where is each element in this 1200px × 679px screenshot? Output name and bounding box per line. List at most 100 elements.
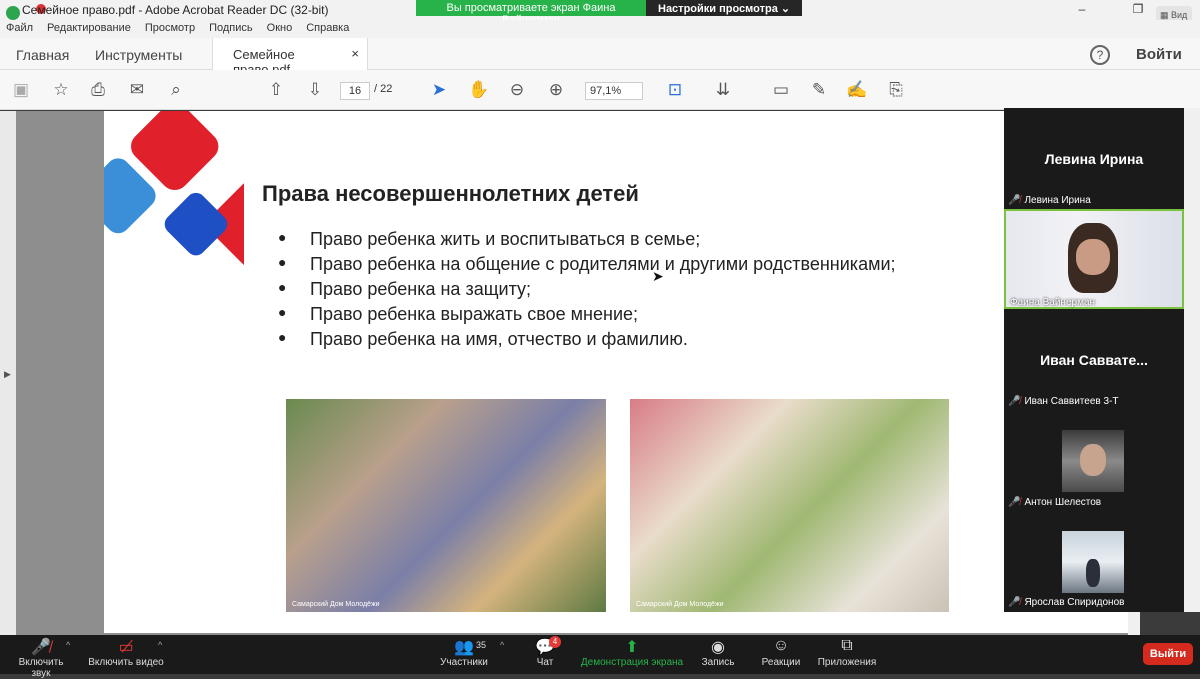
decorative-diamonds [104, 111, 244, 268]
menu-file[interactable]: Файл [6, 22, 33, 38]
video-off-icon: ▭̸ [118, 639, 134, 656]
children-photo-2: Самарский Дом Молодёжи [630, 399, 949, 612]
star-icon[interactable]: ☆ [50, 79, 72, 101]
slide-title: Права несовершеннолетних детей [262, 181, 639, 206]
zoom-out-icon[interactable]: ⊖ [506, 79, 528, 101]
view-label: Вид [1171, 10, 1188, 20]
sign-icon[interactable]: ✍ [846, 79, 868, 101]
speaker-face [1076, 239, 1110, 275]
zoom-search-icon[interactable]: ⌕ [165, 79, 187, 101]
tab-home[interactable]: Главная [16, 47, 69, 63]
start-video-label: Включить видео [88, 657, 164, 668]
avatar-figure [1086, 559, 1100, 587]
mic-off-icon: 🎤̸ [1008, 497, 1021, 508]
children-photo-1: Самарский Дом Молодёжи [286, 399, 606, 612]
login-button[interactable]: Войти [1136, 46, 1182, 63]
highlight-icon[interactable]: ✎ [808, 79, 830, 101]
mail-icon[interactable]: ✉ [126, 79, 148, 101]
participant-avatar[interactable] [1062, 531, 1124, 593]
bullet-text: Право ребенка жить и воспитываться в сем… [310, 229, 701, 249]
help-icon[interactable]: ? [1090, 45, 1110, 65]
share-banner: Вы просматриваете экран Фаина Вайнерман … [416, 0, 803, 26]
active-speaker-video[interactable]: Фаина Вайнерман [1004, 209, 1184, 309]
fit-page-icon[interactable]: ⊡ [664, 79, 686, 101]
bullet-text: Право ребенка на общение с родителями и … [310, 254, 896, 274]
zoom-level-field[interactable]: 97,1% [585, 82, 643, 100]
window-title: Семейное право.pdf - Adobe Acrobat Reade… [22, 3, 329, 17]
participant-avatar[interactable] [1062, 430, 1124, 492]
photo-caption: Самарский Дом Молодёжи [292, 601, 380, 608]
participant-label: 🎤̸ Иван Саввитеев 3-Т [1008, 396, 1119, 407]
expand-panel-icon[interactable]: ▶ [4, 369, 11, 380]
save-icon[interactable]: ▣ [10, 79, 32, 101]
menu-edit[interactable]: Редактирование [47, 22, 131, 38]
share-doc-icon[interactable]: ⎘ [885, 79, 907, 101]
tab-document[interactable]: Семейное право.pdf × [212, 38, 368, 77]
hand-tool-icon[interactable]: ✋ [468, 79, 490, 101]
page-up-icon[interactable]: ⇧ [265, 79, 287, 101]
menu-window[interactable]: Окно [267, 22, 293, 38]
unmute-label: Включить звук [18, 657, 64, 679]
list-item: ● Право ребенка на имя, отчество и фамили… [278, 329, 896, 354]
participants-options-caret[interactable]: ^ [500, 640, 504, 650]
menu-help[interactable]: Справка [306, 22, 349, 38]
audio-options-caret[interactable]: ^ [66, 640, 70, 650]
select-pointer-icon[interactable]: ➤ [428, 79, 450, 101]
list-item: ● Право ребенка на общение с родителями и… [278, 254, 896, 279]
record-label: Запись [701, 657, 735, 668]
bullet-list: ● Право ребенка жить и воспитываться в се… [278, 229, 896, 354]
minimize-button[interactable]: – [1062, 2, 1102, 16]
reactions-icon: ☺ [772, 637, 790, 654]
left-panel-gutter: ▶ [0, 111, 16, 635]
leave-button[interactable]: Выйти [1143, 643, 1193, 665]
list-item: ● Право ребенка на защиту; [278, 279, 896, 304]
bullet-text: Право ребенка выражать свое мнение; [310, 304, 639, 324]
tab-tools[interactable]: Инструменты [95, 47, 182, 63]
zoom-in-icon[interactable]: ⊕ [545, 79, 567, 101]
page-down-icon[interactable]: ⇩ [304, 79, 326, 101]
mouse-cursor-icon: ➤ [652, 268, 664, 284]
participant-label: 🎤̸ Ярослав Спиридонов [1008, 597, 1125, 608]
scroll-mode-icon[interactable]: ⇊ [712, 79, 734, 101]
share-message: Вы просматриваете экран Фаина Вайнерман [416, 0, 646, 26]
record-button[interactable]: ◉ Запись [700, 637, 736, 668]
apps-icon: ⧉ [841, 637, 853, 654]
share-screen-label: Демонстрация экрана [580, 657, 684, 668]
meeting-controls-bar: 🎤̸ Включить звук ^ ▭̸ Включить видео ^ 👥… [0, 635, 1200, 679]
start-video-button[interactable]: ▭̸ Включить видео [88, 637, 164, 668]
view-options-button[interactable]: Настройки просмотра ⌄ [646, 0, 803, 16]
close-icon[interactable]: × [351, 46, 359, 61]
photo-caption: Самарский Дом Молодёжи [636, 601, 724, 608]
print-icon[interactable]: ⎙ [87, 79, 109, 101]
apps-button[interactable]: ⧉ Приложения [816, 637, 878, 668]
participant-label: 🎤̸ Левина Ирина [1008, 195, 1091, 206]
record-icon: ◉ [711, 639, 725, 656]
menu-sign[interactable]: Подпись [209, 22, 253, 38]
chat-label: Чат [536, 657, 554, 668]
reactions-button[interactable]: ☺ Реакции [760, 637, 802, 668]
page-number-input[interactable] [340, 82, 370, 100]
chat-badge: 4 [549, 636, 561, 648]
page-total: / 22 [374, 83, 393, 95]
participant-display-name: Левина Ирина [1044, 151, 1144, 167]
maximize-button[interactable]: ❐ [1118, 2, 1158, 16]
video-options-caret[interactable]: ^ [158, 640, 162, 650]
menu-view[interactable]: Просмотр [145, 22, 195, 38]
bullet-text: Право ребенка на защиту; [310, 279, 532, 299]
grid-icon: ▦ [1160, 10, 1169, 20]
tab-bar: Главная Инструменты [0, 38, 1200, 70]
zoom-shield-icon [6, 6, 20, 20]
menu-bar: Файл Редактирование Просмотр Подпись Окн… [0, 20, 1200, 38]
bullet-text: Право ребенка на имя, отчество и фамилию… [310, 329, 688, 349]
participant-display-name: Иван Саввате... [1040, 352, 1148, 368]
share-screen-button[interactable]: ⬆ Демонстрация экрана [580, 637, 684, 668]
participant-label: 🎤̸ Антон Шелестов [1008, 497, 1102, 508]
reactions-label: Реакции [761, 657, 801, 668]
avatar-face [1080, 444, 1106, 476]
panel-scrollbar[interactable] [1184, 108, 1200, 612]
comment-icon[interactable]: ▭ [770, 79, 792, 101]
unmute-button[interactable]: 🎤̸ Включить звук [8, 637, 74, 679]
participants-count: 35 [476, 640, 487, 650]
share-screen-icon: ⬆ [625, 639, 639, 656]
mic-off-icon: 🎤̸ [1008, 195, 1021, 206]
